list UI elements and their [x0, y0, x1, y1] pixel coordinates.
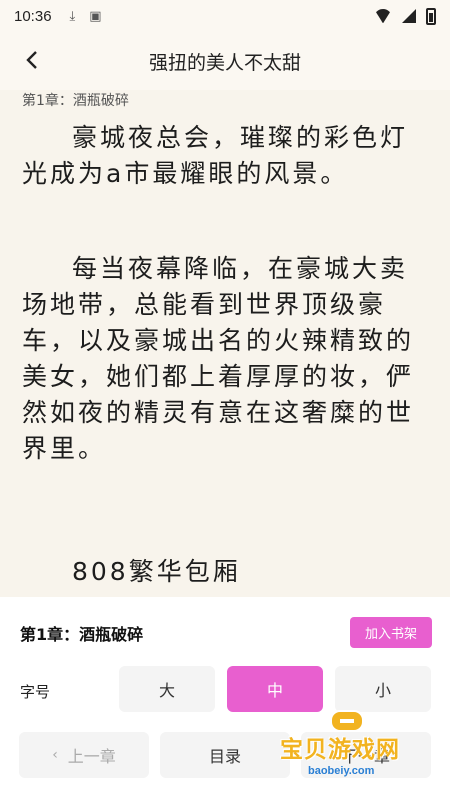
paragraph: 豪城夜总会，璀璨的彩色灯光成为a市最耀眼的风景。: [22, 123, 409, 188]
book-title: 强扭的美人不太甜: [148, 51, 301, 74]
wifi-icon: [374, 9, 392, 23]
back-button[interactable]: [18, 46, 46, 74]
status-right-icons: [374, 7, 436, 25]
signal-icon: [402, 9, 416, 23]
font-size-label: 字号: [20, 683, 51, 701]
toc-label: 目录: [208, 747, 241, 766]
font-size-medium-button[interactable]: 中: [227, 666, 323, 712]
a-icon: ▣: [89, 8, 102, 24]
reading-content[interactable]: 第1章：酒瓶破碎 豪城夜总会，璀璨的彩色灯光成为a市最耀眼的风景。 每当夜幕降临…: [0, 90, 450, 595]
watermark-text: 宝贝游戏网: [280, 737, 400, 763]
gamepad-icon: [330, 710, 364, 732]
battery-icon: [426, 7, 436, 25]
watermark: 宝贝游戏网 baobeiy.com: [280, 710, 450, 800]
chevron-left-icon: [26, 51, 37, 69]
status-time: 10:36: [14, 7, 52, 25]
font-size-large-button[interactable]: 大: [119, 666, 215, 712]
reader-header: 强扭的美人不太甜: [0, 32, 450, 90]
watermark-url: baobeiy.com: [308, 765, 375, 777]
paragraph: 每当夜幕降临，在豪城大卖场地带，总能看到世界顶级豪车，以及豪城出名的火辣精致的美…: [22, 254, 415, 463]
prev-chapter-button[interactable]: ‹ 上一章: [19, 732, 149, 778]
chevron-left-icon: ‹: [52, 747, 58, 763]
prev-chapter-label: 上一章: [67, 747, 116, 766]
chapter-heading: 第1章：酒瓶破碎: [22, 93, 129, 109]
status-bar: 10:36 ⤓ ▣: [0, 0, 450, 32]
download-icon: ⤓: [69, 8, 76, 24]
add-to-shelf-button[interactable]: 加入书架: [350, 617, 432, 648]
toc-button[interactable]: 目录: [160, 732, 290, 778]
paragraph: 808繁华包厢: [72, 557, 241, 586]
font-size-small-button[interactable]: 小: [335, 666, 431, 712]
current-chapter-label: 第1章：酒瓶破碎: [20, 625, 144, 644]
